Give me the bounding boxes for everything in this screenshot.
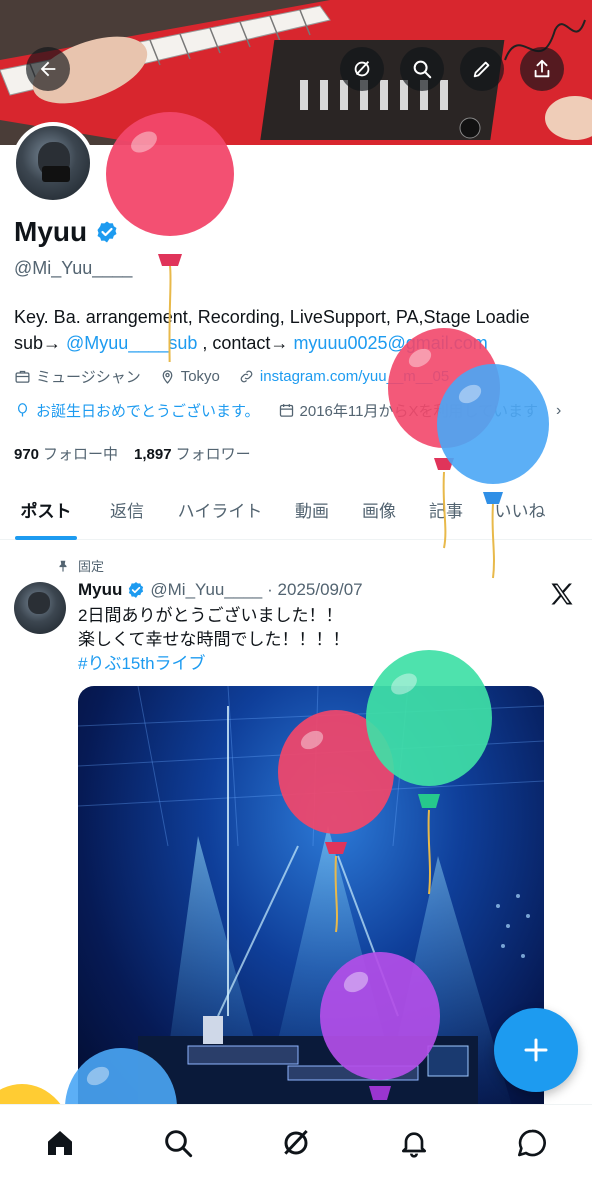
chevron-right-icon[interactable]: › xyxy=(556,402,561,420)
nav-home[interactable] xyxy=(40,1123,80,1163)
balloon-red-1 xyxy=(106,112,234,362)
edit-icon xyxy=(473,61,490,78)
grok-icon xyxy=(284,1129,308,1155)
location-pin-icon xyxy=(162,370,173,384)
calendar-icon xyxy=(279,404,293,417)
balloon-yellow xyxy=(0,1084,61,1104)
share-button[interactable] xyxy=(520,47,564,91)
nav-messages[interactable] xyxy=(512,1123,552,1163)
location-item: Tokyo xyxy=(159,368,220,385)
profile-name: Myuu xyxy=(14,216,88,247)
messages-icon xyxy=(518,1129,546,1157)
bio-line-1: Key. Ba. arrangement, Recording, LiveSup… xyxy=(14,307,530,327)
followers-count: 1,897 xyxy=(134,446,172,463)
location-label: Tokyo xyxy=(180,368,220,385)
grok-icon xyxy=(354,61,370,77)
grok-button[interactable] xyxy=(340,47,384,91)
compose-button[interactable] xyxy=(494,1008,578,1092)
nav-search[interactable] xyxy=(158,1123,198,1163)
profile-avatar[interactable] xyxy=(12,122,94,204)
tab-replies[interactable]: 返信 xyxy=(92,478,162,540)
edit-button[interactable] xyxy=(460,47,504,91)
bio-sub-prefix: sub→ xyxy=(14,333,67,353)
pinned-indicator: 固定 xyxy=(56,556,104,575)
follow-stats: 970 フォロー中 1,897 フォロワー xyxy=(14,443,251,464)
balloon-blue-2 xyxy=(65,1048,177,1104)
tab-posts[interactable]: ポスト xyxy=(0,478,92,540)
post-text: 2日間ありがとうございました！！ 楽しくて幸せな時間でした！！！！ #りぶ15t… xyxy=(78,604,350,676)
category-item: ミュージシャン xyxy=(14,366,141,387)
search-icon xyxy=(413,60,432,79)
post-author-avatar[interactable] xyxy=(14,582,66,634)
post-avatar-face xyxy=(28,592,50,614)
balloon-green xyxy=(366,650,492,895)
search-button[interactable] xyxy=(400,47,444,91)
followers-label: フォロワー xyxy=(175,446,251,463)
following-count: 970 xyxy=(14,446,40,463)
post-hashtag[interactable]: #りぶ15thライブ xyxy=(78,652,350,676)
share-icon xyxy=(534,59,550,78)
post-line-2: 楽しくて幸せな時間でした！！！！ xyxy=(78,630,350,649)
profile-meta-row: ミュージシャン Tokyo instagram.com/yuu__m__05 xyxy=(14,366,449,387)
following-label: フォロー中 xyxy=(43,446,119,463)
nav-grok[interactable] xyxy=(276,1123,316,1163)
balloon-icon xyxy=(17,403,28,417)
following-stat[interactable]: 970 フォロー中 xyxy=(14,443,118,464)
pinned-label: 固定 xyxy=(78,559,105,574)
pin-icon xyxy=(59,560,67,572)
search-icon xyxy=(165,1130,193,1158)
link-icon xyxy=(240,370,253,383)
post-date: · 2025/09/07 xyxy=(267,580,363,599)
nav-notifications[interactable] xyxy=(394,1123,434,1163)
post-header: Myuu @Mi_Yuu____ · 2025/09/07 xyxy=(78,580,363,600)
tab-highlights[interactable]: ハイライト xyxy=(162,478,278,540)
followers-stat[interactable]: 1,897 フォロワー xyxy=(134,443,251,464)
avatar-camera xyxy=(42,166,70,182)
balloon-blue-1 xyxy=(437,364,549,579)
category-label: ミュージシャン xyxy=(36,369,141,386)
back-button[interactable] xyxy=(26,47,70,91)
tab-videos[interactable]: 動画 xyxy=(278,478,346,540)
x-logo-icon xyxy=(551,583,573,605)
post-author-handle: @Mi_Yuu____ xyxy=(150,580,263,599)
balloon-purple xyxy=(320,952,440,1100)
plus-icon xyxy=(524,1038,548,1062)
birthday-item[interactable]: お誕生日おめでとうございます。 xyxy=(14,400,260,421)
home-icon xyxy=(48,1131,72,1155)
post-author-name[interactable]: Myuu xyxy=(78,580,122,600)
bottom-navigation xyxy=(0,1104,592,1200)
post-line-1: 2日間ありがとうございました！！ xyxy=(78,606,343,625)
briefcase-icon xyxy=(15,370,30,383)
back-arrow-icon xyxy=(40,61,56,77)
verified-badge-icon xyxy=(129,582,144,598)
birthday-label[interactable]: お誕生日おめでとうございます。 xyxy=(36,400,260,421)
notifications-icon xyxy=(402,1132,426,1158)
